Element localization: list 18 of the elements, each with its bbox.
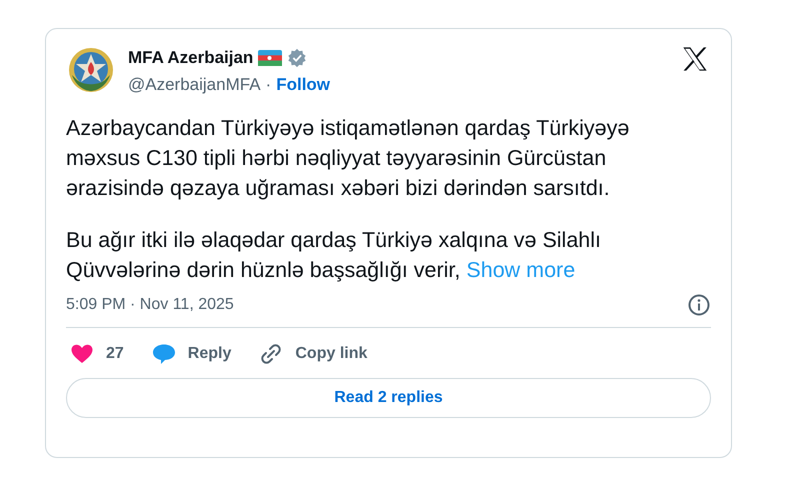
speech-bubble-icon[interactable] [152,342,176,366]
action-label[interactable]: Reply [188,345,232,363]
emblem-avatar[interactable] [66,45,116,95]
tweet-text: Bu ağır itki ilə əlaqədar qardaş Türkiyə xalqına və Silahlı Qüvvələrinə dərin hüznlə başsağlığı verir, Show more [66,227,602,284]
x-logo-icon[interactable] [681,45,709,73]
tweet-text: Azərbaycandan Türkiyəyə istiqamətlənən qardaş Türkiyəyə məxsus C130 tipli hərbi nəqliyyat təyyarəsinin Gürcüstan ərazisində qəzaya uğraması xəbəri bizi dərindən sarsıtdı. [66,115,630,202]
timestamp[interactable]: 5:09 PM · Nov 11, 2025 [66,296,234,314]
action-label[interactable]: 27 [106,345,124,363]
separator-dot: · [266,75,272,95]
link-icon[interactable] [259,342,284,366]
read-replies-button[interactable]: Read 2 replies [66,378,711,418]
author-name[interactable]: MFA Azerbaijan [128,48,254,68]
heart-icon[interactable] [70,342,94,366]
flag-icon [258,50,282,66]
action-label[interactable]: Copy link [295,345,368,363]
follow-link[interactable]: Follow [276,75,330,95]
info-icon[interactable] [687,293,711,317]
author-handle[interactable]: @AzerbaijanMFA [128,75,261,95]
